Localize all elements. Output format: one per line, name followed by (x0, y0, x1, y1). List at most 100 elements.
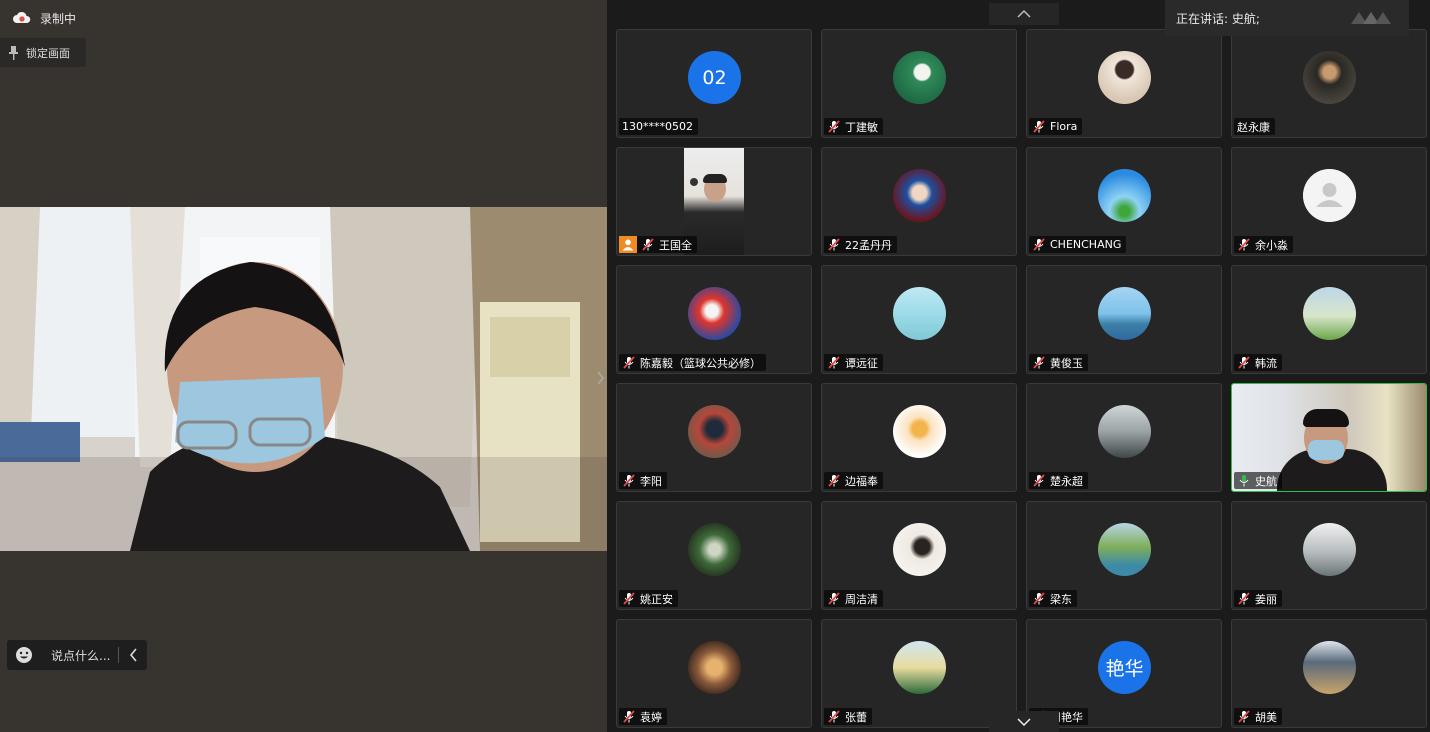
participant-name: 楚永超 (1050, 474, 1083, 488)
participant-name-tag: 姜丽 (1234, 590, 1282, 607)
avatar (688, 523, 741, 576)
chevron-right-icon (596, 371, 604, 385)
participant-name: 王国全 (659, 238, 692, 252)
cloud-record-icon (13, 11, 31, 23)
participant-tile[interactable]: 楚永超 (1026, 383, 1222, 492)
chevron-down-icon (1017, 718, 1031, 726)
main-stage: 录制中 锁定画面 说点什么... (0, 0, 607, 732)
participant-tile[interactable]: 史航 (1231, 383, 1427, 492)
participant-grid: 02 130****0502 丁建敏 Flora 赵永康王国全 22孟丹丹 CHENCHAN… (616, 29, 1427, 728)
participant-tile[interactable]: 姚正安 (616, 501, 812, 610)
avatar (688, 641, 741, 694)
participant-tile[interactable]: 黄俊玉 (1026, 265, 1222, 374)
participant-tile[interactable]: 谭远征 (821, 265, 1017, 374)
avatar (688, 405, 741, 458)
avatar (893, 51, 946, 104)
participant-name-tag: 袁婷 (619, 708, 667, 725)
participant-name-tag: CHENCHANG (1029, 236, 1127, 253)
emoji-button[interactable] (7, 640, 41, 670)
participant-tile[interactable]: 赵永康 (1231, 29, 1427, 138)
participant-name: 张蕾 (845, 710, 867, 724)
participant-tile[interactable]: 陈嘉毅（篮球公共必修） (616, 265, 812, 374)
chevron-left-icon (129, 648, 137, 662)
participant-name: 姚正安 (640, 592, 673, 606)
mic-muted-icon (1238, 592, 1250, 605)
mic-muted-icon (1033, 120, 1045, 133)
host-badge-icon (619, 236, 637, 253)
participant-name-tag: 梁东 (1029, 590, 1077, 607)
mic-muted-icon (623, 592, 635, 605)
participant-name: Flora (1050, 120, 1078, 133)
participant-tile[interactable]: 丁建敏 (821, 29, 1017, 138)
avatar (1303, 523, 1356, 576)
meeting-window: 录制中 锁定画面 说点什么... 02 130****0502 丁建敏 Flor… (0, 0, 1430, 732)
main-speaker-video[interactable] (0, 207, 607, 551)
chat-collapse-button[interactable] (119, 648, 147, 662)
mic-muted-icon (623, 710, 635, 723)
scroll-down-button[interactable] (989, 711, 1059, 732)
participant-name: 胡美 (1255, 710, 1277, 724)
mic-muted-icon (1033, 238, 1045, 251)
mic-muted-icon (623, 356, 635, 369)
chevron-up-icon (1017, 10, 1031, 18)
participant-tile[interactable]: 张蕾 (821, 619, 1017, 728)
avatar: 艳华 (1098, 641, 1151, 694)
chat-input-bar[interactable]: 说点什么... (7, 640, 147, 670)
chat-input[interactable]: 说点什么... (41, 647, 118, 664)
avatar (1303, 287, 1356, 340)
participant-tile[interactable]: 边福奉 (821, 383, 1017, 492)
mic-muted-icon (828, 474, 840, 487)
participant-tile[interactable]: 02 130****0502 (616, 29, 812, 138)
participant-tile[interactable]: 姜丽 (1231, 501, 1427, 610)
avatar (1098, 523, 1151, 576)
avatar (1098, 287, 1151, 340)
participant-name: 梁东 (1050, 592, 1072, 606)
participant-name: 韩流 (1255, 356, 1277, 370)
lock-screen-button[interactable]: 锁定画面 (0, 38, 86, 67)
speaking-label: 正在讲话: 史航; (1176, 11, 1260, 26)
participant-tile[interactable]: Flora (1026, 29, 1222, 138)
scroll-up-button[interactable] (989, 3, 1059, 25)
participant-tile[interactable]: CHENCHANG (1026, 147, 1222, 256)
avatar (1098, 51, 1151, 104)
participant-name: 余小淼 (1255, 238, 1288, 252)
avatar (893, 405, 946, 458)
avatar (893, 169, 946, 222)
participant-name-tag: 楚永超 (1029, 472, 1088, 489)
participant-tile[interactable]: 袁婷 (616, 619, 812, 728)
participant-tile[interactable]: 李阳 (616, 383, 812, 492)
participant-name-tag: 李阳 (619, 472, 667, 489)
participant-name-tag: 余小淼 (1234, 236, 1293, 253)
participant-tile[interactable]: 余小淼 (1231, 147, 1427, 256)
participant-name: 赵永康 (1237, 120, 1270, 134)
collapse-panel-handle[interactable] (594, 358, 607, 398)
mic-muted-icon (1033, 474, 1045, 487)
participant-tile[interactable]: 22孟丹丹 (821, 147, 1017, 256)
mic-muted-icon (1033, 592, 1045, 605)
mic-muted-icon (828, 238, 840, 251)
mic-muted-icon (1238, 238, 1250, 251)
app-logo-icon (1351, 12, 1391, 24)
participant-tile[interactable]: 胡美 (1231, 619, 1427, 728)
speaker-video-frame (0, 207, 607, 551)
avatar: 02 (688, 51, 741, 104)
participant-tile[interactable]: 梁东 (1026, 501, 1222, 610)
participant-name-tag: 周洁清 (824, 590, 883, 607)
default-avatar-icon (1303, 169, 1356, 222)
participant-tile[interactable]: 周洁清 (821, 501, 1017, 610)
mic-muted-icon (828, 356, 840, 369)
participant-name-tag: 黄俊玉 (1029, 354, 1088, 371)
mic-muted-icon (642, 238, 654, 251)
participant-name: 李阳 (640, 474, 662, 488)
participant-name-tag: 谭远征 (824, 354, 883, 371)
participant-tile[interactable]: 韩流 (1231, 265, 1427, 374)
participant-tile[interactable]: 王国全 (616, 147, 812, 256)
participant-name-tag: 姚正安 (619, 590, 678, 607)
participant-name: 丁建敏 (845, 120, 878, 134)
recording-indicator[interactable]: 录制中 (12, 8, 76, 28)
participant-name-tag: 王国全 (619, 236, 697, 253)
mic-muted-icon (828, 710, 840, 723)
avatar (688, 287, 741, 340)
avatar (893, 641, 946, 694)
participant-name: 22孟丹丹 (845, 238, 892, 252)
